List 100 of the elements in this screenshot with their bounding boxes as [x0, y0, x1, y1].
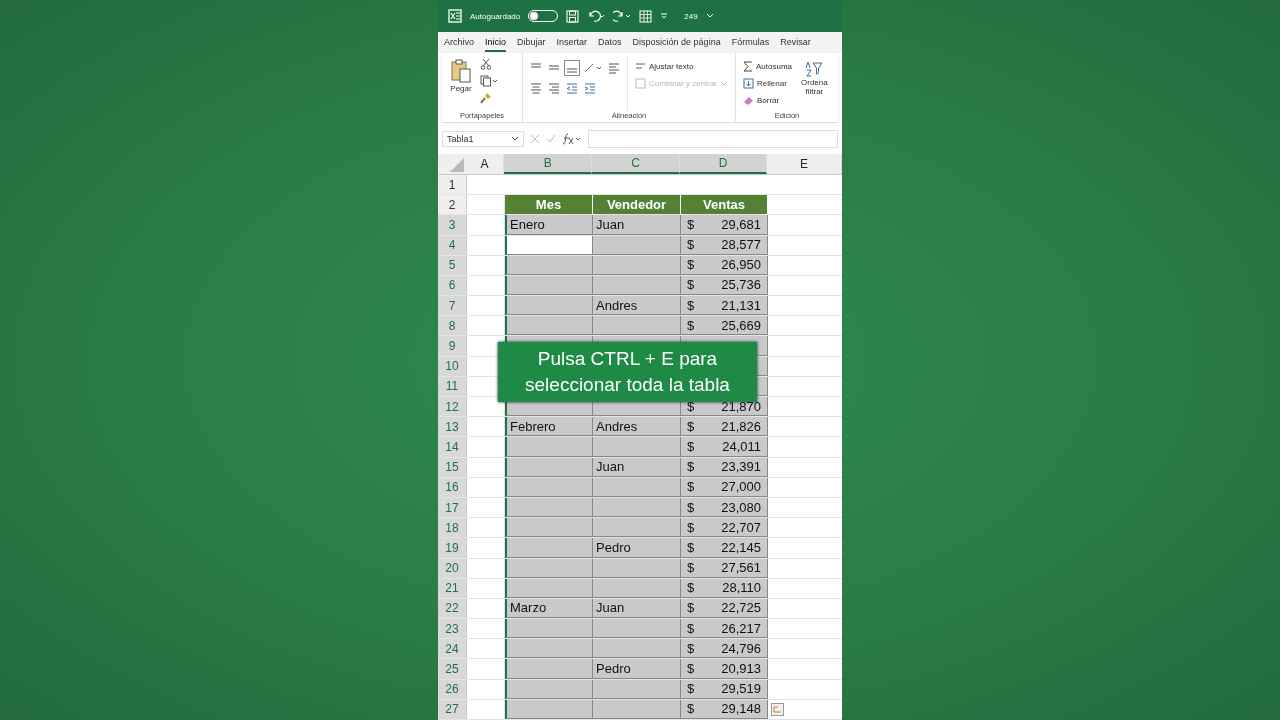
currency-symbol: $: [687, 681, 695, 697]
sales-value: 29,148: [721, 701, 761, 717]
sales-value: 23,080: [721, 499, 761, 515]
down-arrow-icon: [743, 78, 754, 90]
sales-value: 24,796: [721, 640, 761, 656]
currency-symbol: $: [687, 661, 695, 677]
row-header[interactable]: 3: [438, 215, 467, 235]
currency-symbol: $: [687, 438, 695, 454]
sales-value: 25,736: [721, 277, 761, 293]
ribbon-tab[interactable]: Disposición de página: [632, 33, 721, 52]
table-cell: Andres: [593, 417, 681, 437]
row-header[interactable]: 14: [438, 437, 467, 457]
table-cell: Marzo: [505, 598, 593, 619]
fill-button[interactable]: Rellenar: [742, 77, 794, 91]
ribbon-tab[interactable]: Datos: [598, 33, 622, 52]
sales-value: 28,110: [722, 580, 761, 596]
ribbon-tab[interactable]: Archivo: [444, 33, 474, 52]
row-header[interactable]: 13: [438, 417, 467, 437]
chevron-icon: [720, 81, 729, 87]
sales-value: 28,577: [721, 237, 761, 253]
column-header[interactable]: E: [766, 153, 842, 174]
ribbon-tab[interactable]: Dibujar: [517, 33, 546, 52]
text-align-icon[interactable]: [529, 81, 543, 96]
formula-field[interactable]: [588, 130, 838, 149]
paste-button[interactable]: Pegar: [448, 56, 474, 111]
row-header[interactable]: 25: [438, 659, 467, 679]
table-icon[interactable]: [639, 9, 653, 23]
column-header[interactable]: D: [680, 153, 767, 174]
sales-value: 26,950: [721, 257, 761, 273]
row-header[interactable]: 8: [438, 316, 467, 336]
currency-symbol: $: [687, 418, 695, 434]
currency-symbol: $: [687, 459, 695, 475]
column-header[interactable]: C: [592, 153, 680, 174]
text-align-icon[interactable]: [607, 61, 621, 76]
table-cell: Juan: [593, 598, 681, 619]
quick-analysis-icon[interactable]: [771, 702, 784, 716]
autosum-button[interactable]: Autosuma: [742, 60, 794, 74]
vertical-align-icon[interactable]: [565, 61, 579, 76]
wrap-text-button[interactable]: Ajustar texto: [634, 60, 730, 74]
sales-value: 25,669: [721, 317, 761, 333]
currency-symbol: $: [687, 277, 695, 293]
row-header[interactable]: 7: [438, 296, 467, 316]
currency-symbol: $: [687, 317, 695, 333]
autosave-label: Autoguardado: [470, 11, 521, 21]
undo-icon[interactable]: [587, 10, 606, 23]
sort-filter-icon: [804, 60, 825, 79]
chevron-icon[interactable]: [705, 13, 714, 20]
column-header[interactable]: B: [504, 153, 593, 174]
currency-symbol: $: [687, 701, 695, 717]
function-icon[interactable]: [562, 133, 582, 146]
redo-icon[interactable]: [613, 10, 632, 23]
currency-symbol: $: [687, 479, 695, 495]
cancel-icon[interactable]: [530, 134, 540, 145]
sales-value: 20,913: [721, 661, 761, 677]
table-cell: Juan: [593, 215, 681, 235]
ribbon-tab[interactable]: Inicio: [485, 33, 507, 52]
sales-value: 27,000: [721, 479, 761, 495]
indent-icon[interactable]: [583, 81, 597, 96]
merge-icon: [635, 78, 646, 90]
table-cell: Febrero: [505, 417, 593, 437]
currency-symbol: $: [687, 580, 695, 596]
table-header-cell: Vendedor: [593, 195, 681, 215]
clipboard-icon: [450, 58, 472, 85]
excel-icon: [448, 9, 462, 24]
sigma-icon: [743, 61, 753, 73]
row-header[interactable]: 19: [438, 538, 467, 558]
currency-symbol: $: [687, 620, 695, 636]
check-icon[interactable]: [546, 134, 556, 145]
sort-filter-button[interactable]: Ordena filtrar: [799, 56, 830, 111]
currency-symbol: $: [687, 600, 695, 616]
file-name[interactable]: 249: [684, 11, 698, 21]
sales-value: 21,131: [721, 297, 761, 313]
indent-icon[interactable]: [565, 81, 579, 96]
copy-icon[interactable]: [480, 75, 498, 88]
table-cell: Pedro: [593, 659, 681, 679]
row-header[interactable]: 23: [438, 619, 467, 639]
currency-symbol: $: [687, 257, 695, 273]
currency-symbol: $: [687, 297, 695, 313]
eraser-icon: [743, 95, 754, 107]
format-painter-icon[interactable]: [480, 92, 492, 105]
table-cell: Juan: [593, 457, 681, 477]
row-header[interactable]: 18: [438, 518, 467, 538]
save-icon[interactable]: [566, 9, 580, 23]
text-align-icon[interactable]: [547, 81, 561, 96]
row-header[interactable]: 24: [438, 639, 467, 659]
row-header[interactable]: 12: [438, 397, 467, 417]
clear-button[interactable]: Borrar: [742, 94, 794, 108]
ribbon-tab[interactable]: Fórmulas: [731, 33, 770, 52]
row-header[interactable]: 2: [438, 195, 467, 215]
table-header-cell: Ventas: [681, 195, 768, 215]
customize-icon[interactable]: [660, 12, 669, 21]
caption-banner: Pulsa CTRL + E para seleccionar toda la tabla: [498, 341, 757, 402]
ribbon-tab[interactable]: Revisar: [780, 33, 811, 52]
ribbon-tab[interactable]: Insertar: [556, 33, 588, 52]
currency-symbol: $: [687, 499, 695, 515]
sales-value: 21,826: [721, 418, 761, 434]
cut-icon[interactable]: [480, 58, 492, 71]
row-header[interactable]: 9: [438, 336, 467, 356]
name-box[interactable]: Tabla1: [442, 131, 524, 148]
sales-value: 22,707: [721, 519, 761, 535]
